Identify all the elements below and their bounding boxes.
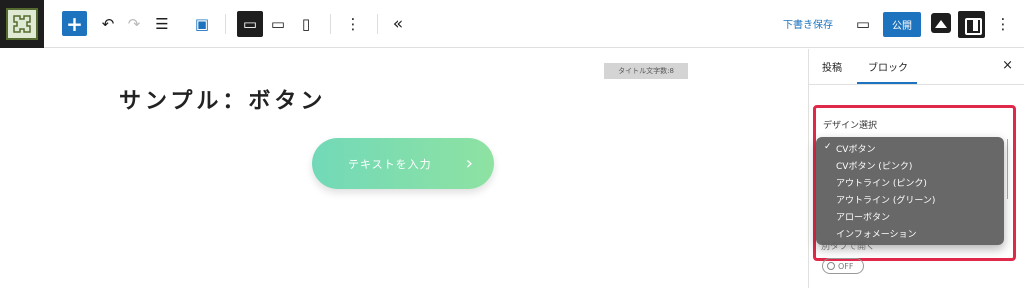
collapse-icon[interactable]: « xyxy=(388,12,408,36)
toggle-knob xyxy=(827,262,835,270)
device-mobile-icon[interactable]: ▯ xyxy=(296,12,316,36)
dropdown-option[interactable]: インフォメーション xyxy=(816,225,1004,242)
undo-icon[interactable]: ↶ xyxy=(98,12,118,36)
device-tablet-icon[interactable]: ▭ xyxy=(268,12,288,36)
cta-text[interactable]: テキストを入力 xyxy=(348,156,432,172)
toolbar-divider xyxy=(377,14,378,34)
toggle-state: OFF xyxy=(838,261,854,271)
toolbar-divider xyxy=(330,14,331,34)
dropdown-option[interactable]: CVボタン xyxy=(816,140,1004,157)
tab-post[interactable]: 投稿 xyxy=(822,59,842,74)
preview-icon[interactable]: ▣ xyxy=(191,12,213,36)
cta-button-block[interactable]: テキストを入力 › xyxy=(312,138,494,189)
publish-button[interactable]: 公開 xyxy=(883,12,921,37)
design-select-field[interactable] xyxy=(1004,139,1008,199)
site-logo[interactable] xyxy=(0,0,44,48)
image-icon[interactable] xyxy=(931,13,951,33)
title-char-count: タイトル文字数:8 xyxy=(604,63,688,79)
page-title[interactable]: サンプル：ボタン xyxy=(119,83,326,115)
toolbar-divider xyxy=(225,14,226,34)
close-icon[interactable]: × xyxy=(1002,58,1013,73)
list-view-icon[interactable]: ☰ xyxy=(152,12,172,36)
puzzle-logo-icon xyxy=(6,8,38,40)
more-options-icon[interactable]: ⋮ xyxy=(343,12,363,36)
dropdown-option[interactable]: CVボタン (ピンク) xyxy=(816,157,1004,174)
sidebar-tabs: 投稿 ブロック × xyxy=(809,49,1024,85)
chevron-right-icon: › xyxy=(465,153,474,174)
active-tab-indicator xyxy=(857,82,917,84)
options-icon[interactable]: ⋮ xyxy=(993,12,1013,36)
dropdown-option[interactable]: アウトライン (グリーン) xyxy=(816,191,1004,208)
editor-toolbar: + ↶ ↷ ☰ ▣ ▭ ▭ ▯ ⋮ « 下書き保存 ▭ 公開 ⋮ xyxy=(0,0,1024,48)
editor-canvas[interactable]: タイトル文字数:8 サンプル：ボタン テキストを入力 › xyxy=(44,49,808,288)
add-block-button[interactable]: + xyxy=(62,11,87,36)
dropdown-option[interactable]: アローボタン xyxy=(816,208,1004,225)
design-dropdown-menu[interactable]: CVボタン CVボタン (ピンク) アウトライン (ピンク) アウトライン (グ… xyxy=(816,137,1004,245)
redo-icon[interactable]: ↷ xyxy=(124,12,144,36)
new-tab-toggle[interactable]: OFF xyxy=(822,258,864,274)
save-draft-button[interactable]: 下書き保存 xyxy=(783,16,833,31)
dropdown-option[interactable]: アウトライン (ピンク) xyxy=(816,174,1004,191)
view-icon[interactable]: ▭ xyxy=(852,12,874,36)
device-desktop-icon[interactable]: ▭ xyxy=(237,11,263,37)
tab-block[interactable]: ブロック xyxy=(868,59,908,74)
sidebar-toggle-icon[interactable] xyxy=(958,11,985,38)
design-select-label: デザイン選択 xyxy=(823,121,878,131)
